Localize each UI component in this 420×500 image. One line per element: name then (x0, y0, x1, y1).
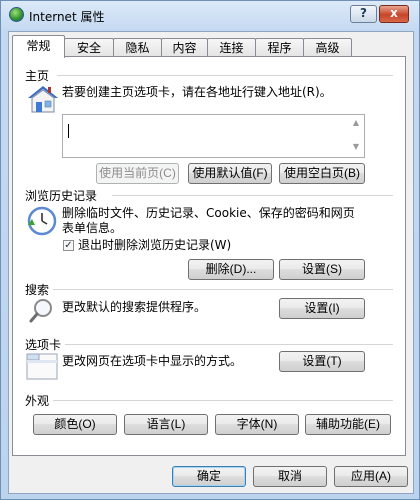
tab-advanced[interactable]: 高级 (303, 38, 352, 57)
homepage-heading: 主页 (25, 69, 50, 83)
use-current-page-button[interactable]: 使用当前页(C) (96, 163, 179, 184)
dialog-client-area: 常规 安全 隐私 内容 连接 程序 高级 主页 若要创建主页选项卡，请在各地址行… (8, 31, 414, 494)
use-default-button[interactable]: 使用默认值(F) (188, 163, 272, 184)
languages-button[interactable]: 语言(L) (124, 414, 208, 435)
search-settings-button[interactable]: 设置(I) (279, 298, 365, 319)
appearance-heading: 外观 (25, 394, 50, 408)
tabs-divider (65, 344, 393, 345)
tabs-settings-button[interactable]: 设置(T) (279, 351, 365, 372)
window-title: Internet 属性 (29, 10, 105, 24)
history-description-line2: 表单信息。 (62, 221, 123, 235)
search-divider (53, 289, 393, 290)
search-heading: 搜索 (25, 283, 50, 297)
tab-connections[interactable]: 连接 (207, 38, 256, 57)
textarea-scrollbar[interactable]: ▲ ▼ (350, 117, 362, 155)
apply-button[interactable]: 应用(A) (334, 466, 408, 487)
history-description-line1: 删除临时文件、历史记录、Cookie、保存的密码和网页 (62, 206, 355, 220)
tab-programs[interactable]: 程序 (255, 38, 304, 57)
tab-general[interactable]: 常规 (12, 35, 65, 58)
close-button[interactable]: x (379, 5, 409, 23)
homepage-description: 若要创建主页选项卡，请在各地址行键入地址(R)。 (62, 85, 332, 99)
delete-on-exit-checkbox[interactable]: ✓ (63, 240, 74, 251)
history-divider (112, 195, 393, 196)
use-blank-button[interactable]: 使用空白页(B) (279, 163, 365, 184)
tab-window-icon (26, 351, 58, 384)
tab-security[interactable]: 安全 (64, 38, 114, 57)
accessibility-button[interactable]: 辅助功能(E) (305, 414, 391, 435)
search-description: 更改默认的搜索提供程序。 (62, 300, 207, 314)
history-heading: 浏览历史记录 (25, 189, 98, 203)
tab-content[interactable]: 内容 (161, 38, 208, 57)
history-clock-icon (26, 205, 58, 240)
tab-privacy[interactable]: 隐私 (113, 38, 162, 57)
homepage-divider (57, 75, 393, 76)
cancel-button[interactable]: 取消 (253, 466, 327, 487)
internet-globe-icon (9, 7, 24, 22)
help-button[interactable]: ? (350, 5, 377, 23)
history-settings-button[interactable]: 设置(S) (279, 259, 365, 280)
appearance-divider (53, 400, 393, 401)
text-caret (68, 124, 69, 138)
ok-button[interactable]: 确定 (172, 466, 246, 487)
delete-history-button[interactable]: 删除(D)... (188, 259, 274, 280)
dialog-window: Internet 属性 ? x 常规 安全 隐私 内容 连接 程序 高级 主页 (0, 0, 420, 500)
colors-button[interactable]: 颜色(O) (33, 414, 117, 435)
house-icon (26, 84, 60, 117)
fonts-button[interactable]: 字体(N) (215, 414, 299, 435)
title-bar[interactable]: Internet 属性 ? x (1, 1, 419, 29)
delete-on-exit-label[interactable]: 退出时删除浏览历史记录(W) (78, 238, 231, 253)
general-tab-panel: 主页 若要创建主页选项卡，请在各地址行键入地址(R)。 ▲ ▼ 使用当前页(C) … (12, 56, 406, 456)
homepage-address-textarea[interactable]: ▲ ▼ (62, 114, 365, 158)
tabs-description: 更改网页在选项卡中显示的方式。 (62, 354, 243, 368)
magnifier-icon (28, 297, 56, 328)
